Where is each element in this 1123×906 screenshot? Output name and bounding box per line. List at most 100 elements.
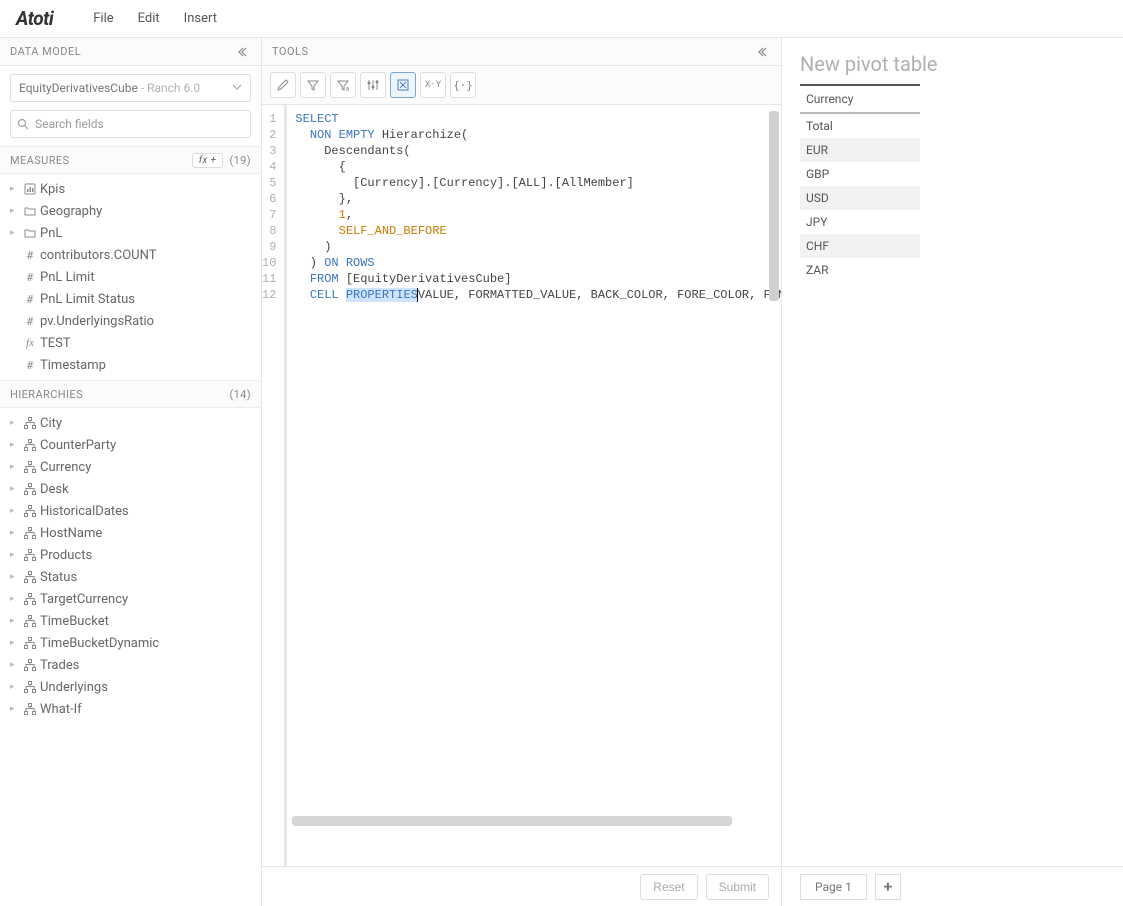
hierarchy-icon — [20, 615, 40, 627]
submit-button[interactable]: Submit — [706, 874, 769, 900]
expand-caret-icon: ▸ — [10, 440, 20, 450]
measure-label: PnL Limit Status — [40, 292, 135, 307]
tool-mdx-button[interactable] — [390, 72, 416, 98]
collapse-left-icon[interactable] — [237, 45, 251, 59]
hierarchy-item[interactable]: ▸Currency — [0, 456, 261, 478]
menu-file[interactable]: File — [81, 0, 125, 38]
hierarchy-item[interactable]: ▸Desk — [0, 478, 261, 500]
hierarchy-item[interactable]: ▸Status — [0, 566, 261, 588]
hierarchy-item[interactable]: ▸HostName — [0, 522, 261, 544]
search-input[interactable]: Search fields — [10, 110, 251, 138]
hash-icon: # — [20, 293, 40, 306]
hierarchy-icon — [20, 703, 40, 715]
tool-braces-button[interactable]: {·} — [450, 72, 476, 98]
measure-label: pv.UnderlyingsRatio — [40, 314, 154, 329]
editor-gutter: 123456789101112 — [262, 105, 284, 866]
search-placeholder: Search fields — [35, 117, 104, 131]
measure-item[interactable]: #Timestamp — [0, 354, 261, 376]
hierarchy-item[interactable]: ▸ CounterParty — [0, 434, 261, 456]
menu-insert[interactable]: Insert — [172, 0, 229, 38]
tool-funnel-button[interactable] — [330, 72, 356, 98]
measure-label: Geography — [40, 204, 102, 219]
hierarchy-item[interactable]: ▸TimeBucketDynamic — [0, 632, 261, 654]
expand-caret-icon: ▸ — [10, 206, 20, 216]
hierarchy-icon — [20, 571, 40, 583]
tool-filter-button[interactable] — [300, 72, 326, 98]
tool-xy-button[interactable]: X·Y — [420, 72, 446, 98]
hierarchy-label: TimeBucket — [40, 614, 109, 629]
measure-item[interactable]: ▸PnL — [0, 222, 261, 244]
add-measure-button[interactable]: fx + — [192, 153, 224, 168]
hierarchy-item[interactable]: ▸Trades — [0, 654, 261, 676]
measure-item[interactable]: ▸ Geography — [0, 200, 261, 222]
measure-label: contributors.COUNT — [40, 248, 156, 263]
pivot-row[interactable]: CHF — [800, 234, 920, 258]
hierarchy-icon — [20, 549, 40, 561]
expand-caret-icon: ▸ — [10, 638, 20, 648]
measure-item[interactable]: ▸ Kpis — [0, 178, 261, 200]
hierarchy-item[interactable]: ▸ City — [0, 412, 261, 434]
collapse-tools-icon[interactable] — [757, 45, 771, 59]
hierarchy-item[interactable]: ▸TargetCurrency — [0, 588, 261, 610]
folder-icon — [20, 205, 40, 217]
measure-item[interactable]: #PnL Limit Status — [0, 288, 261, 310]
measure-label: PnL — [40, 226, 62, 241]
hierarchy-item[interactable]: ▸What-If — [0, 698, 261, 720]
measure-item[interactable]: fxTEST — [0, 332, 261, 354]
hierarchy-item[interactable]: ▸TimeBucket — [0, 610, 261, 632]
vertical-scrollbar[interactable] — [769, 111, 779, 301]
widget-title[interactable]: New pivot table — [782, 38, 1123, 84]
add-page-button[interactable]: + — [875, 874, 901, 900]
data-model-title: DATA MODEL — [10, 45, 81, 58]
expand-caret-icon: ▸ — [10, 506, 20, 516]
hierarchy-label: HistoricalDates — [40, 504, 129, 519]
menu-edit[interactable]: Edit — [126, 0, 172, 38]
page-tab[interactable]: Page 1 — [800, 874, 867, 900]
hierarchy-label: CounterParty — [40, 438, 116, 453]
measure-label: TEST — [40, 336, 71, 351]
measures-count: (19) — [229, 154, 251, 167]
measure-item[interactable]: #pv.UnderlyingsRatio — [0, 310, 261, 332]
hierarchy-label: City — [40, 416, 62, 431]
tool-sliders-button[interactable] — [360, 72, 386, 98]
expand-caret-icon: ▸ — [10, 184, 20, 194]
measure-item[interactable]: #PnL Limit — [0, 266, 261, 288]
expand-caret-icon: ▸ — [10, 594, 20, 604]
hierarchy-item[interactable]: ▸Underlyings — [0, 676, 261, 698]
mdx-editor[interactable]: 123456789101112 SELECT NON EMPTY Hierarc… — [262, 105, 781, 866]
hierarchy-item[interactable]: ▸Products — [0, 544, 261, 566]
hierarchies-title: HIERARCHIES — [10, 388, 83, 401]
pivot-row[interactable]: USD — [800, 186, 920, 210]
pivot-row[interactable]: GBP — [800, 162, 920, 186]
kpi-icon — [20, 183, 40, 195]
measures-tree: ▸Kpis▸Geography▸PnL#contributors.COUNT#P… — [0, 174, 261, 380]
expand-caret-icon: ▸ — [10, 418, 20, 428]
pivot-row[interactable]: EUR — [800, 138, 920, 162]
hierarchy-icon — [20, 637, 40, 649]
app-logo: Atoti — [16, 7, 53, 30]
measures-title: MEASURES — [10, 154, 69, 167]
expand-caret-icon: ▸ — [10, 660, 20, 670]
hash-icon: # — [20, 249, 40, 262]
measure-item[interactable]: #contributors.COUNT — [0, 244, 261, 266]
pivot-column-header[interactable]: Currency — [800, 86, 920, 114]
expand-caret-icon: ▸ — [10, 484, 20, 494]
hierarchy-icon — [20, 659, 40, 671]
tool-edit-button[interactable] — [270, 72, 296, 98]
editor-content[interactable]: SELECT NON EMPTY Hierarchize( Descendant… — [284, 105, 781, 866]
chevron-down-icon — [232, 81, 242, 95]
cube-version: - Ranch 6.0 — [138, 81, 200, 95]
hierarchy-icon — [20, 527, 40, 539]
cube-selector[interactable]: EquityDerivativesCube - Ranch 6.0 — [10, 74, 251, 102]
hierarchy-label: Currency — [40, 460, 91, 475]
reset-button[interactable]: Reset — [640, 874, 697, 900]
pivot-table[interactable]: Currency TotalEURGBPUSDJPYCHFZAR — [800, 84, 920, 282]
expand-caret-icon: ▸ — [10, 704, 20, 714]
measure-label: Kpis — [40, 182, 65, 197]
pivot-row[interactable]: ZAR — [800, 258, 920, 282]
horizontal-scrollbar[interactable] — [292, 816, 732, 826]
pivot-row[interactable]: JPY — [800, 210, 920, 234]
pivot-row[interactable]: Total — [800, 114, 920, 138]
hierarchy-label: Status — [40, 570, 77, 585]
hierarchy-item[interactable]: ▸ HistoricalDates — [0, 500, 261, 522]
